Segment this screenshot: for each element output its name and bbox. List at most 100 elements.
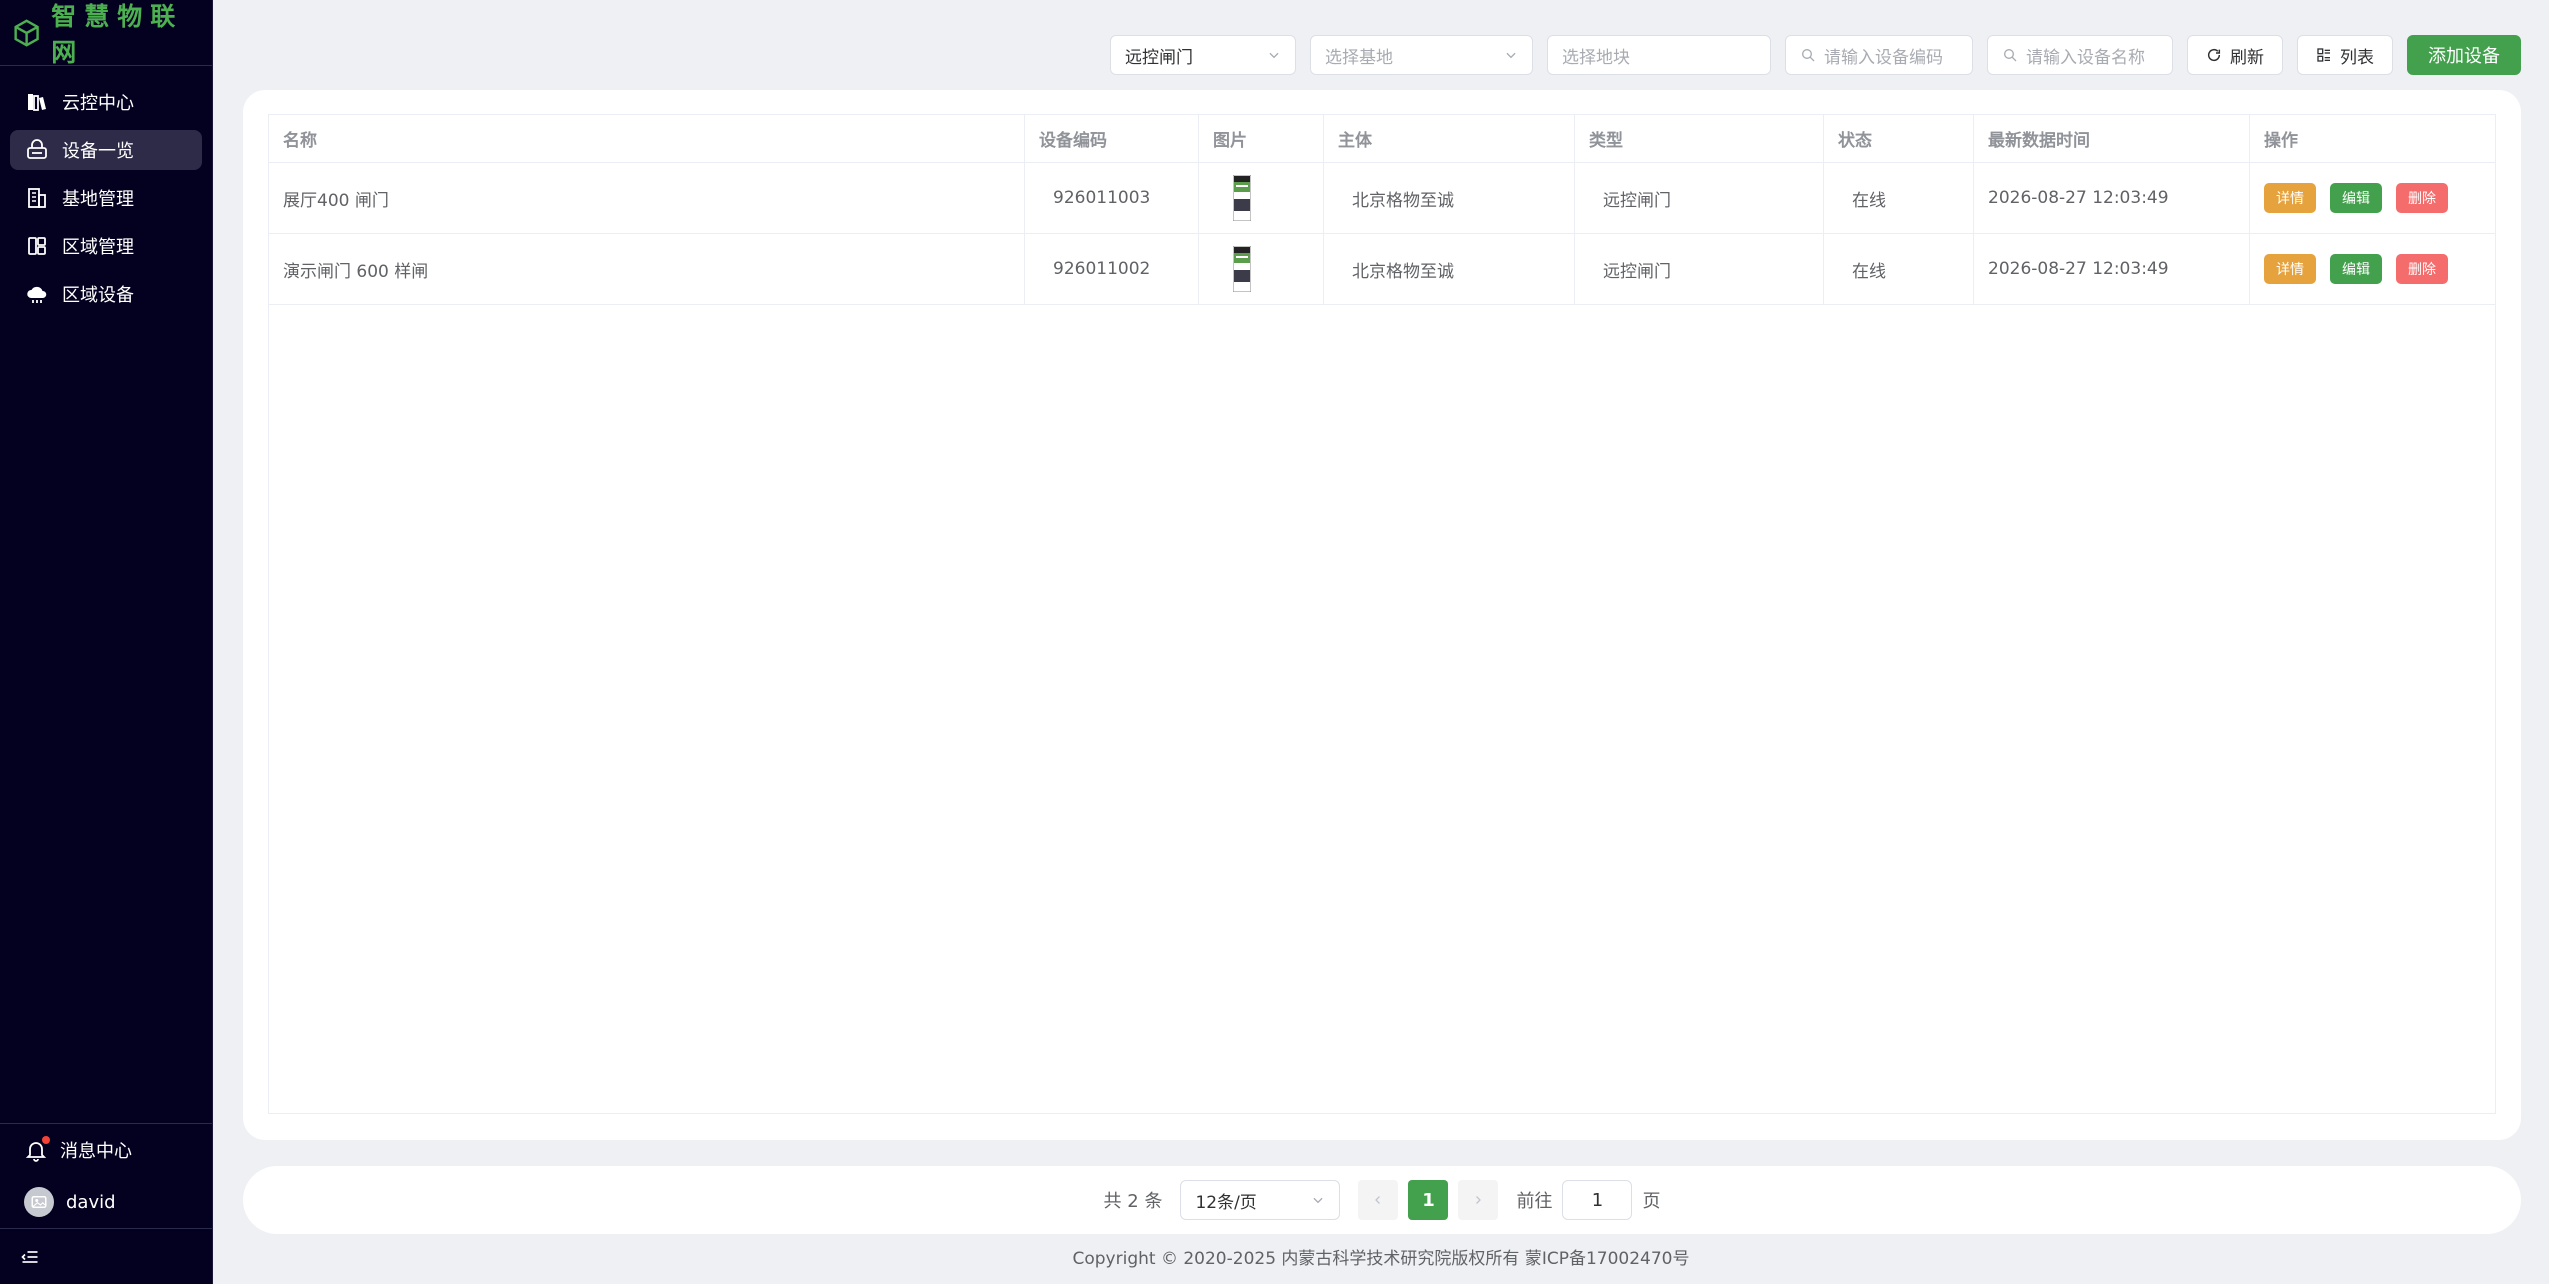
status-badge: 在线: [1824, 163, 1974, 233]
header-actions: 操作: [2264, 131, 2298, 151]
header-status: 状态: [1824, 115, 1974, 162]
device-code-input[interactable]: 请输入设备编码: [1785, 35, 1973, 75]
cloud-device-icon: [24, 281, 50, 307]
page-suffix: 页: [1642, 1191, 1661, 1212]
cube-logo-icon: [14, 18, 39, 47]
cell-actions: 详情 编辑 删除: [2250, 234, 2495, 304]
cell-name: 展厅400 闸门: [269, 163, 1025, 233]
cell-type: 远控闸门: [1575, 163, 1824, 233]
chevron-down-icon: [1269, 52, 1279, 59]
sidebar-item-base-management[interactable]: 基地管理: [10, 178, 202, 218]
cell-type: 远控闸门: [1575, 234, 1824, 304]
edit-button[interactable]: 编辑: [2330, 254, 2382, 284]
collapse-sidebar-button[interactable]: [0, 1228, 212, 1284]
cell-actions: 详情 编辑 删除: [2250, 163, 2495, 233]
header-code: 设备编码: [1025, 115, 1199, 162]
delete-button[interactable]: 删除: [2396, 254, 2448, 284]
header-name: 名称: [269, 115, 1025, 162]
chevron-left-icon: [1375, 1196, 1381, 1204]
cell-image: [1199, 234, 1324, 304]
edit-button[interactable]: 编辑: [2330, 183, 2382, 213]
page-size-select[interactable]: 12条/页: [1180, 1180, 1341, 1220]
bell-icon: [24, 1136, 50, 1162]
block-select-placeholder: 选择地块: [1562, 47, 1630, 68]
device-name-input[interactable]: 请输入设备名称: [1987, 35, 2173, 75]
header-type: 类型: [1575, 115, 1824, 162]
device-name-placeholder: 请输入设备名称: [2026, 47, 2145, 68]
base-select[interactable]: 选择基地: [1310, 35, 1533, 75]
device-icon: [24, 137, 50, 163]
base-select-placeholder: 选择基地: [1325, 47, 1393, 68]
add-device-label: 添加设备: [2428, 46, 2500, 67]
copyright-footer: Copyright © 2020-2025 内蒙古科学技术研究院版权所有 蒙IC…: [1072, 1249, 1690, 1269]
refresh-label: 刷新: [2230, 47, 2264, 68]
message-center-item[interactable]: 消息中心: [0, 1124, 212, 1176]
user-item[interactable]: david: [0, 1176, 212, 1228]
chevron-right-icon: [1476, 1196, 1482, 1204]
region-icon: [24, 233, 50, 259]
gate-device-thumbnail[interactable]: [1233, 175, 1251, 221]
sidebar-nav: 云控中心 设备一览 基地管理 区域管理 区域设备: [0, 66, 212, 322]
status-badge: 在线: [1824, 234, 1974, 304]
sidebar-item-device-overview[interactable]: 设备一览: [10, 130, 202, 170]
pagination: 共 2 条 12条/页 1 前往 1 页: [243, 1166, 2521, 1234]
sidebar-item-label: 区域管理: [62, 237, 134, 258]
device-type-select[interactable]: 远控闸门: [1110, 35, 1296, 75]
brand-title: 智慧物联网: [51, 1, 184, 67]
list-view-button[interactable]: 列表: [2297, 35, 2393, 75]
sidebar-item-label: 云控中心: [62, 93, 134, 114]
message-center-label: 消息中心: [60, 1141, 132, 1162]
brand[interactable]: 智慧物联网: [0, 0, 212, 67]
next-page-button[interactable]: [1458, 1180, 1499, 1220]
page-size-value: 12条/页: [1195, 1192, 1257, 1213]
prev-page-button[interactable]: [1358, 1180, 1399, 1220]
sidebar-item-cloud-control[interactable]: 云控中心: [10, 82, 202, 122]
sidebar: 智慧物联网 云控中心 设备一览 基地管理 区域管理 区域设备 消息中心 davi…: [0, 0, 213, 1284]
sidebar-item-region-devices[interactable]: 区域设备: [10, 274, 202, 314]
cell-image: [1199, 163, 1324, 233]
list-grid-icon: [2317, 48, 2330, 62]
device-type-select-value: 远控闸门: [1125, 47, 1193, 68]
add-device-button[interactable]: 添加设备: [2407, 35, 2521, 75]
building-icon: [24, 185, 50, 211]
detail-button[interactable]: 详情: [2264, 254, 2316, 284]
header-latest-time: 最新数据时间: [1974, 115, 2250, 162]
refresh-icon: [2207, 48, 2221, 62]
refresh-button[interactable]: 刷新: [2187, 35, 2283, 75]
notification-dot: [42, 1136, 50, 1144]
device-table-card: 名称 设备编码 图片 主体 类型 状态 最新数据时间 操作 展厅400 闸门 9…: [243, 90, 2521, 1140]
user-name: david: [66, 1191, 116, 1213]
cell-code: 926011003: [1025, 163, 1199, 233]
goto-label: 前往: [1516, 1191, 1553, 1212]
detail-button[interactable]: 详情: [2264, 183, 2316, 213]
cell-code: 926011002: [1025, 234, 1199, 304]
gate-device-thumbnail[interactable]: [1233, 246, 1251, 292]
delete-button[interactable]: 删除: [2396, 183, 2448, 213]
goto-page: 前往 1 页: [1516, 1180, 1660, 1220]
sidebar-item-region-management[interactable]: 区域管理: [10, 226, 202, 266]
header-image: 图片: [1199, 115, 1324, 162]
table-row[interactable]: 演示闸门 600 样闸 926011002 北京格物至诚 远控闸门 在线 202…: [269, 234, 2495, 305]
collapse-menu-icon: [21, 1250, 38, 1263]
device-table: 名称 设备编码 图片 主体 类型 状态 最新数据时间 操作 展厅400 闸门 9…: [268, 114, 2496, 1114]
sidebar-item-label: 基地管理: [62, 189, 134, 210]
cell-owner: 北京格物至诚: [1324, 234, 1575, 304]
sidebar-item-label: 区域设备: [62, 285, 134, 306]
cell-owner: 北京格物至诚: [1324, 163, 1575, 233]
table-row[interactable]: 展厅400 闸门 926011003 北京格物至诚 远控闸门 在线 2026-0…: [269, 163, 2495, 234]
app-root: 智慧物联网 云控中心 设备一览 基地管理 区域管理 区域设备 消息中心 davi…: [0, 0, 2549, 1284]
chevron-down-icon: [1313, 1197, 1323, 1204]
block-select[interactable]: 选择地块: [1547, 35, 1771, 75]
search-icon: [2004, 49, 2017, 62]
page-number-current[interactable]: 1: [1408, 1180, 1449, 1220]
goto-page-input[interactable]: 1: [1562, 1180, 1633, 1220]
cell-name: 演示闸门 600 样闸: [269, 234, 1025, 304]
chevron-down-icon: [1506, 52, 1516, 59]
list-view-label: 列表: [2340, 47, 2374, 68]
device-code-placeholder: 请输入设备编码: [1824, 47, 1943, 68]
search-icon: [1802, 49, 1815, 62]
cell-latest-time: 2026-08-27 12:03:49: [1974, 234, 2250, 304]
books-icon: [24, 89, 50, 115]
toolbar: 远控闸门 选择基地 选择地块 请输入设备编码 请输入设备名称 刷新 列表 添加设…: [1110, 34, 2521, 76]
table-header: 名称 设备编码 图片 主体 类型 状态 最新数据时间 操作: [269, 115, 2495, 163]
